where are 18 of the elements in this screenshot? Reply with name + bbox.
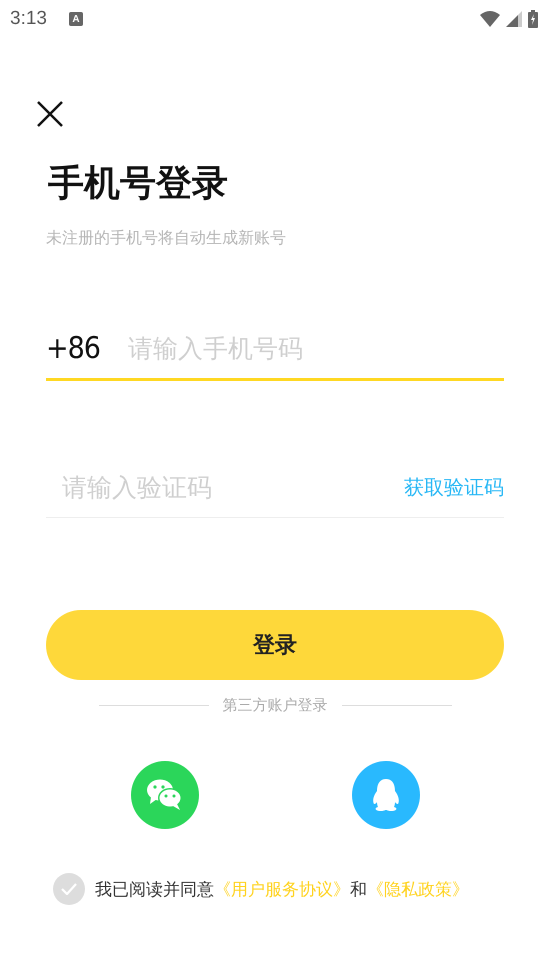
third-party-label: 第三方账户登录 [222, 696, 328, 715]
battery-icon [528, 10, 538, 28]
login-button[interactable]: 登录 [46, 610, 504, 680]
wifi-icon [480, 11, 500, 27]
agreement-text: 我已阅读并同意 [95, 878, 214, 900]
conjunction-text: 和 [350, 878, 367, 900]
country-code[interactable]: +86 [46, 330, 100, 366]
subtitle: 未注册的手机号将自动生成新账号 [46, 228, 287, 248]
service-agreement-link[interactable]: 《用户服务协议》 [214, 878, 350, 900]
status-time: 3:13 [10, 8, 47, 30]
signal-icon [506, 11, 522, 27]
agree-checkbox[interactable] [53, 873, 85, 905]
page-title: 手机号登录 [48, 162, 229, 206]
check-icon [61, 883, 77, 895]
close-icon[interactable] [36, 100, 64, 128]
get-code-link[interactable]: 获取验证码 [404, 474, 504, 500]
notification-icon: A [68, 12, 83, 26]
privacy-policy-link[interactable]: 《隐私政策》 [367, 878, 469, 900]
